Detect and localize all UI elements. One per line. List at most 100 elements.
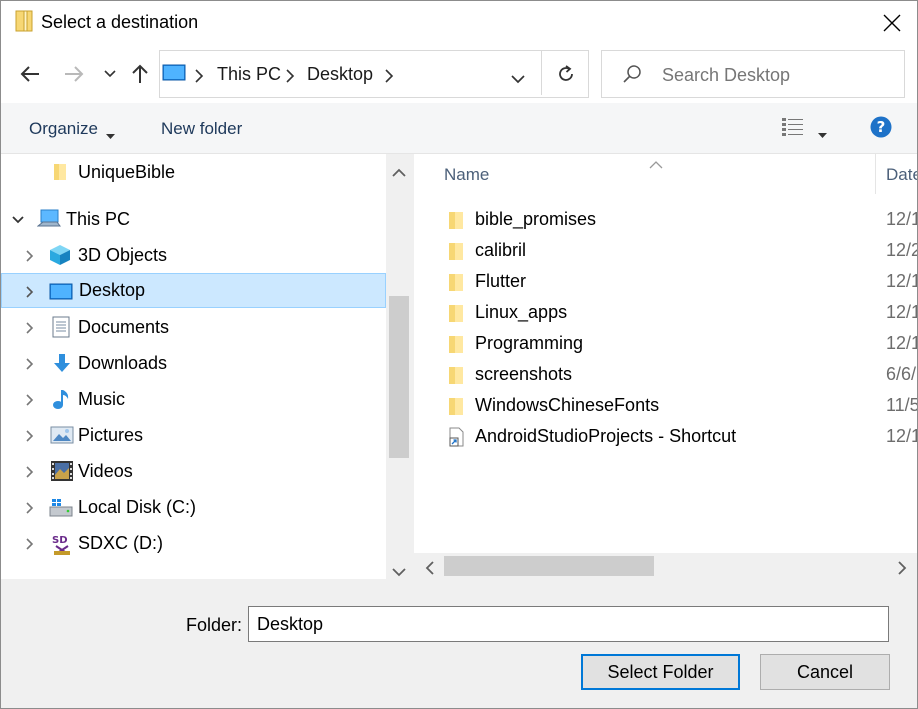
view-dropdown-button[interactable] [818, 124, 827, 144]
breadcrumb-this-pc[interactable]: This PC [217, 64, 281, 85]
tree-item-label: Desktop [79, 280, 146, 300]
scroll-right-arrow-icon[interactable] [898, 560, 907, 580]
folder-icon [447, 395, 465, 417]
chevron-right-icon[interactable] [23, 248, 37, 262]
list-item[interactable]: calibril 12/2 [414, 236, 917, 267]
videos-icon [50, 460, 73, 482]
refresh-icon [559, 65, 573, 81]
chevron-right-icon [285, 68, 295, 88]
select-folder-button[interactable]: Select Folder [581, 654, 740, 690]
tree-item-local-disk[interactable]: Local Disk (C:) [1, 490, 386, 525]
tree-scrollbar-thumb[interactable] [389, 296, 409, 458]
svg-text:?: ? [877, 118, 886, 136]
chevron-right-icon[interactable] [23, 356, 37, 370]
list-item[interactable]: AndroidStudioProjects - Shortcut 12/1 [414, 422, 917, 453]
tree-item-sdxc[interactable]: SD SDXC (D:) [1, 526, 386, 561]
organize-button[interactable]: Organize [29, 119, 98, 139]
tree-item-this-pc[interactable]: This PC [1, 202, 386, 237]
chevron-right-icon[interactable] [23, 392, 37, 406]
folder-icon [447, 240, 465, 262]
tree-item-3d-objects[interactable]: 3D Objects [1, 238, 386, 273]
chevron-right-icon[interactable] [23, 284, 37, 298]
address-divider [541, 51, 542, 95]
refresh-button[interactable] [556, 64, 576, 89]
chevron-down-icon [104, 70, 116, 78]
list-item[interactable]: bible_promises 12/1 [414, 205, 917, 236]
tree-item-videos[interactable]: Videos [1, 454, 386, 489]
chevron-right-icon[interactable] [23, 500, 37, 514]
file-date: 12/1 [886, 271, 917, 291]
search-icon [622, 64, 642, 89]
list-item[interactable]: Flutter 12/1 [414, 267, 917, 298]
chevron-right-icon[interactable] [23, 536, 37, 550]
tree-item-documents[interactable]: Documents [1, 310, 386, 345]
tree-item-label: Local Disk (C:) [78, 497, 197, 517]
chevron-down-icon [511, 75, 525, 84]
back-button[interactable] [17, 61, 43, 87]
folder-icon [447, 271, 465, 293]
view-options-button[interactable] [782, 117, 804, 142]
help-button[interactable]: ? [870, 116, 892, 143]
list-scrollbar-thumb[interactable] [444, 556, 654, 576]
tree-item-desktop[interactable]: Desktop [1, 273, 386, 308]
up-button[interactable] [127, 61, 153, 87]
chevron-right-icon[interactable] [23, 320, 37, 334]
pictures-icon [50, 424, 74, 446]
forward-button[interactable] [61, 61, 87, 87]
tree-item-uniquebible[interactable]: UniqueBible [1, 155, 386, 190]
new-folder-button[interactable]: New folder [161, 119, 242, 139]
column-header-name[interactable]: Name [444, 165, 489, 185]
tree-item-label: SDXC (D:) [78, 533, 163, 553]
tree-item-label: Videos [78, 461, 133, 481]
file-date: 6/6/ [886, 364, 917, 384]
scroll-up-arrow-icon[interactable] [392, 162, 406, 182]
tree-item-label: This PC [66, 209, 131, 229]
chevron-right-icon[interactable] [384, 68, 394, 88]
folder-icon [49, 161, 71, 183]
scroll-down-arrow-icon[interactable] [392, 562, 406, 582]
desktop-icon [49, 280, 73, 302]
desktop-icon [162, 63, 186, 88]
window-title: Select a destination [41, 12, 199, 32]
close-button[interactable] [868, 1, 916, 45]
file-date: 12/1 [886, 302, 917, 322]
folder-icon [447, 364, 465, 386]
tree-item-pictures[interactable]: Pictures [1, 418, 386, 453]
chevron-right-icon[interactable] [23, 428, 37, 442]
caret-down-icon [818, 133, 827, 138]
recent-locations-button[interactable] [97, 61, 123, 87]
chevron-down-icon[interactable] [11, 212, 25, 226]
sd-card-icon: SD [50, 532, 72, 555]
arrow-left-icon [20, 66, 39, 82]
file-name: Flutter [475, 271, 527, 291]
cancel-button[interactable]: Cancel [760, 654, 890, 690]
column-header-date[interactable]: Date [886, 165, 917, 185]
address-dropdown-button[interactable] [511, 69, 525, 89]
svg-text:SD: SD [52, 535, 68, 546]
column-divider[interactable] [875, 154, 876, 194]
list-item[interactable]: Programming 12/1 [414, 329, 917, 360]
list-item[interactable]: WindowsChineseFonts 11/5 [414, 391, 917, 422]
tree-item-music[interactable]: Music [1, 382, 386, 417]
file-name: bible_promises [475, 209, 597, 229]
tree-item-label: Pictures [78, 425, 144, 445]
file-date: 12/1 [886, 209, 917, 229]
folder-icon [447, 209, 465, 231]
file-date: 12/1 [886, 333, 917, 353]
list-item[interactable]: screenshots 6/6/ [414, 360, 917, 391]
folder-name-input[interactable] [248, 606, 889, 642]
breadcrumb-desktop[interactable]: Desktop [307, 64, 373, 85]
file-name: calibril [475, 240, 527, 260]
documents-icon [51, 316, 73, 338]
search-input[interactable]: Search Desktop [662, 65, 790, 86]
list-item[interactable]: Linux_apps 12/1 [414, 298, 917, 329]
tree-item-downloads[interactable]: Downloads [1, 346, 386, 381]
file-list: Name Date bible_promises 12/1 calibril 1… [414, 154, 917, 553]
music-icon [51, 388, 73, 410]
scroll-left-arrow-icon[interactable] [425, 560, 434, 580]
shortcut-icon [447, 426, 465, 448]
tree-item-label: 3D Objects [78, 245, 168, 265]
file-date: 12/2 [886, 240, 917, 260]
downloads-icon [51, 352, 73, 374]
chevron-right-icon[interactable] [23, 464, 37, 478]
